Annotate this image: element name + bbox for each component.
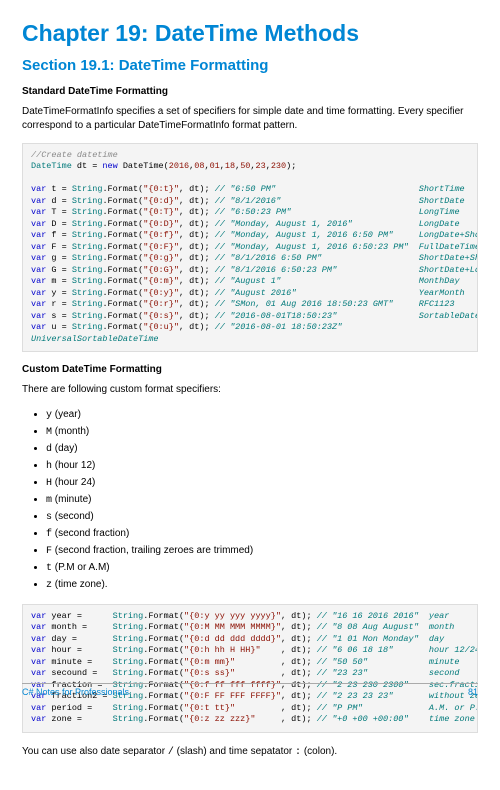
list-item: m (minute) (46, 492, 478, 509)
code-block-standard: //Create datetime DateTime dt = new Date… (22, 143, 478, 352)
std-heading: Standard DateTime Formatting (22, 86, 478, 97)
footer-right: 81 (468, 687, 478, 697)
cust-intro: There are following custom format specif… (22, 383, 478, 397)
separator-note: You can use also date separator / (slash… (22, 745, 478, 760)
list-item: y (year) (46, 407, 478, 424)
list-item: z (time zone). (46, 577, 478, 594)
list-item: t (P.M or A.M) (46, 560, 478, 577)
page-footer: C# Notes for Professionals 81 (22, 683, 478, 697)
specifier-list: y (year)M (month)d (day)h (hour 12)H (ho… (22, 407, 478, 594)
section-title: Section 19.1: DateTime Formatting (22, 57, 478, 74)
code-block-custom: var year = String.Format("{0:y yy yyy yy… (22, 604, 478, 733)
footer-left: C# Notes for Professionals (22, 687, 129, 697)
list-item: s (second) (46, 509, 478, 526)
cust-heading: Custom DateTime Formatting (22, 364, 478, 375)
list-item: d (day) (46, 441, 478, 458)
list-item: f (second fraction) (46, 526, 478, 543)
list-item: h (hour 12) (46, 458, 478, 475)
chapter-title: Chapter 19: DateTime Methods (22, 20, 478, 47)
list-item: F (second fraction, trailing zeroes are … (46, 543, 478, 560)
std-intro: DateTimeFormatInfo specifies a set of sp… (22, 105, 478, 133)
list-item: H (hour 24) (46, 475, 478, 492)
list-item: M (month) (46, 424, 478, 441)
